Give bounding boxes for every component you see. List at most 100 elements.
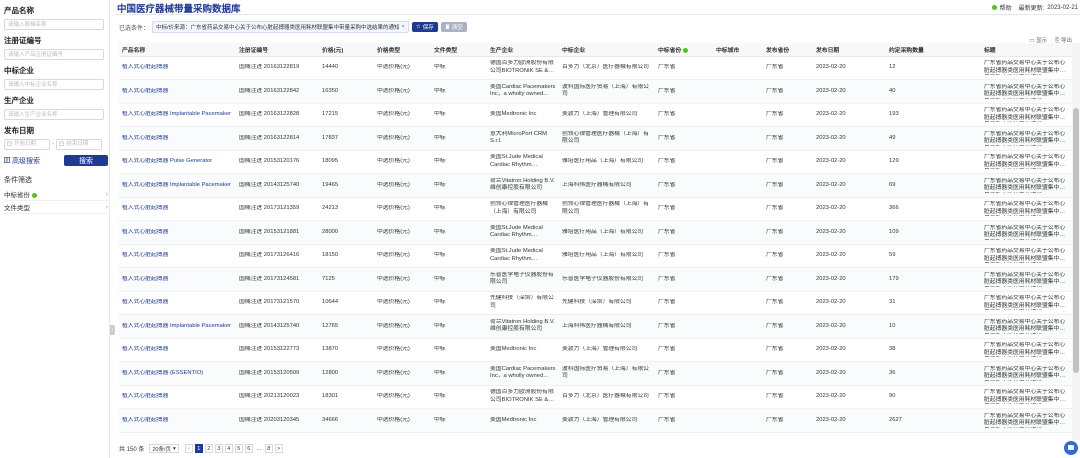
date-start-input[interactable]: 开始日期 — [4, 139, 50, 150]
winning-company-input[interactable]: 请输入中标企业名称 — [4, 79, 104, 90]
cell-winning-company: 创领心律管理医疗器械（上海）有限公司 — [559, 197, 655, 221]
page-button-last[interactable]: 8 — [264, 444, 273, 453]
table-row[interactable]: 植入式心脏起搏器 国械注进 20163122842 16350 中选价格(元) 中标 美国… — [119, 79, 1072, 104]
cell-winning-company: 雅培医疗用品（上海）有限公司 — [559, 150, 655, 174]
save-button[interactable]: ☆ 保存 — [411, 22, 438, 32]
status-dot-icon — [32, 192, 37, 198]
cell-winning-province: 广东省 — [655, 220, 713, 245]
cell-product-name[interactable]: 植入式心脏起搏器 Pulse Generator — [119, 150, 236, 174]
cell-text: 广东省 — [766, 346, 784, 352]
help-icon[interactable] — [991, 5, 997, 10]
cell-product-name[interactable]: 植入式心脏起搏器 — [119, 267, 236, 292]
filter-province[interactable]: 中标省份 › — [4, 188, 108, 201]
cell-manufacturer: 美国Medtronic Inc — [487, 408, 559, 433]
table-row[interactable]: 植入式心脏起搏器 Implantable Pacemaker 国械注进 20143… — [119, 173, 1072, 198]
prev-page-button[interactable]: < — [184, 444, 193, 453]
col-header[interactable]: 约定采购数量 — [886, 43, 981, 57]
cell-text: 国械注进 20153122773 — [239, 346, 300, 352]
cell-product-name[interactable]: 植入式心脏起搏器 Implantable Pacemaker — [119, 173, 236, 198]
clear-button[interactable]: 清空 — [440, 22, 467, 32]
close-icon[interactable]: × — [402, 24, 405, 30]
table-row[interactable]: 植入式心脏起搏器 国械注进 20173126416 18150 中选价格(元) 中标 美国… — [119, 244, 1072, 268]
cell-product-name[interactable]: 植入式心脏起搏器 — [119, 291, 236, 315]
cell-text: 广东省药品交易中心关于公布心脏起搏器类医用耗材联盟集中带量采购中选结果的通知 — [984, 412, 1066, 427]
next-page-button[interactable]: > — [274, 444, 283, 453]
col-header[interactable]: 价格(元) — [319, 43, 374, 57]
page-button[interactable]: 3 — [214, 444, 223, 453]
table-row[interactable]: 植入式心脏起搏器 Implantable Pacemaker 国械注进 20143… — [119, 314, 1072, 339]
cell-product-name[interactable]: 植入式心脏起搏器 — [119, 338, 236, 362]
col-header[interactable]: 发布省份 — [763, 43, 813, 57]
date-end-input[interactable]: 结束日期 — [56, 139, 103, 150]
table-row[interactable]: 植入式心脏起搏器 Implantable Pacemaker 国械注进 20163… — [119, 103, 1072, 127]
filter-file-type[interactable]: 文件类型 › — [4, 201, 108, 214]
cell-product-name[interactable]: 植入式心脏起搏器 (ESSENTIO) — [119, 361, 236, 386]
cell-price-type: 中选价格(元) — [374, 103, 431, 127]
cell-title: 广东省药品交易中心关于公布心脏起搏器类医用耗材联盟集中带量采购中选结果的通知 — [981, 150, 1072, 174]
col-header[interactable]: 生产企业 — [487, 43, 559, 57]
table-row[interactable]: 植入式心脏起搏器 Pulse Generator 国械注进 20153120176… — [119, 150, 1072, 174]
cell-product-name[interactable]: 植入式心脏起搏器 Implantable Pacemaker — [119, 103, 236, 127]
cell-title: 广东省药品交易中心关于公布心脏起搏器类医用耗材联盟集中带量采购中选结果的通知 — [981, 361, 1072, 386]
cell-product-name[interactable]: 植入式心脏起搏器 — [119, 126, 236, 151]
table-row[interactable]: 植入式心脏起搏器 国械注进 20163122819 14440 中选价格(元) 中标 德国… — [119, 56, 1072, 80]
cell-winning-province: 广东省 — [655, 408, 713, 433]
cell-registration-no: 国械注进 20163122828 — [236, 103, 319, 127]
col-header[interactable]: 发布日期 — [813, 43, 886, 57]
cell-text: 广东省药品交易中心关于公布心脏起搏器类医用耗材联盟集中带量采购中选结果的通知 — [984, 389, 1066, 403]
col-header[interactable]: 价格类型 — [374, 43, 431, 57]
table-row[interactable]: 植入式心脏起搏器 国械注进 20153122773 13870 中选价格(元) 中标 美国… — [119, 338, 1072, 362]
col-header[interactable]: 注册证编号 — [236, 43, 319, 57]
manufacturer-input[interactable]: 请输入生产企业名称 — [4, 109, 104, 120]
chat-icon[interactable] — [1064, 441, 1078, 455]
cell-product-name[interactable]: 植入式心脏起搏器 — [119, 220, 236, 245]
cell-text: 植入式心脏起搏器 Implantable Pacemaker — [122, 181, 231, 188]
cell-agreed-quantity: 366 — [886, 197, 981, 221]
advanced-search-link[interactable]: 高级搜索 — [4, 156, 40, 166]
registration-no-input[interactable]: 请输入产品注册证编号 — [4, 49, 104, 60]
scrollbar-thumb[interactable] — [1073, 108, 1079, 373]
page-button[interactable]: 6 — [244, 444, 253, 453]
col-header[interactable]: 中标企业 — [559, 43, 655, 57]
cell-file-type: 中标 — [431, 220, 487, 245]
cell-product-name[interactable]: 植入式心脏起搏器 — [119, 244, 236, 268]
cell-winning-city — [713, 361, 763, 386]
cell-product-name[interactable]: 植入式心脏起搏器 Implantable Pacemaker — [119, 314, 236, 339]
page-button[interactable]: 1 — [194, 444, 203, 453]
table-row[interactable]: 植入式心脏起搏器 国械注进 20173124581 7125 中选价格(元) 中标 乐普医… — [119, 267, 1072, 292]
page-button[interactable]: 2 — [204, 444, 213, 453]
col-header[interactable]: 产品名称 — [119, 43, 236, 57]
cell-product-name[interactable]: 植入式心脏起搏器 — [119, 408, 236, 433]
cell-price-type: 中选价格(元) — [374, 79, 431, 104]
cell-publish-date: 2023-02-20 — [813, 338, 886, 362]
table-row[interactable]: 植入式心脏起搏器 国械注进 20213120023 18301 中选价格(元) 中标 德国… — [119, 385, 1072, 409]
table-row[interactable]: 植入式心脏起搏器 国械注进 20153121881 28000 中选价格(元) 中标 美国… — [119, 220, 1072, 245]
cell-text: 国械注进 20163122819 — [239, 64, 300, 70]
page-size-select[interactable]: 20条/页 ▾ — [149, 444, 179, 453]
cell-price: 17837 — [319, 126, 374, 151]
col-header[interactable]: 文件类型 — [431, 43, 487, 57]
table-scrollbar[interactable] — [1072, 43, 1080, 440]
cell-text: 广东省 — [658, 181, 676, 188]
product-name-input[interactable]: 请输入器械名称 — [4, 19, 104, 30]
table-row[interactable]: 植入式心脏起搏器 国械注进 20173121570 10644 中选价格(元) 中标 先健… — [119, 291, 1072, 315]
cell-product-name[interactable]: 植入式心脏起搏器 — [119, 79, 236, 104]
col-header[interactable]: 中标城市 — [713, 43, 763, 57]
page-ellipsis[interactable]: ... — [255, 444, 263, 453]
col-header[interactable]: 标题 — [981, 43, 1072, 57]
cell-text: 美国Medtronic Inc — [490, 111, 537, 117]
cell-winning-company: 美敦力（上海）管理有限公司 — [559, 103, 655, 127]
cell-product-name[interactable]: 植入式心脏起搏器 — [119, 385, 236, 409]
page-button[interactable]: 4 — [224, 444, 233, 453]
cell-product-name[interactable]: 植入式心脏起搏器 — [119, 56, 236, 80]
cell-winning-city — [713, 126, 763, 151]
table-row[interactable]: 植入式心脏起搏器 国械注进 20163122814 17837 中选价格(元) 中标 意大… — [119, 126, 1072, 151]
search-button[interactable]: 搜索 — [64, 155, 108, 166]
table-row[interactable]: 植入式心脏起搏器 国械注进 20173121359 24213 中选价格(元) 中标 创领… — [119, 197, 1072, 221]
table-row[interactable]: 植入式心脏起搏器 国械注进 20203120345 34666 中选价格(元) 中标 美国… — [119, 408, 1072, 433]
col-header-province[interactable]: 中标省份 — [655, 43, 713, 57]
page-button[interactable]: 5 — [234, 444, 243, 453]
cell-product-name[interactable]: 植入式心脏起搏器 — [119, 197, 236, 221]
help-link[interactable]: 帮助 — [1000, 3, 1012, 12]
table-row[interactable]: 植入式心脏起搏器 (ESSENTIO) 国械注进 20153120509 12800… — [119, 361, 1072, 386]
